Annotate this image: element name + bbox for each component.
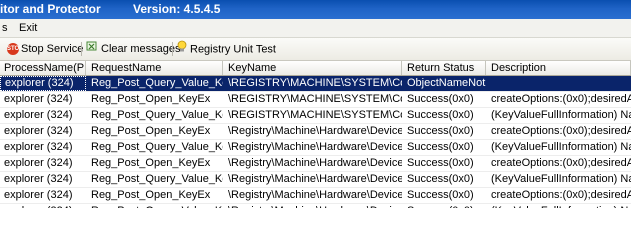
cell-processname: explorer (324) xyxy=(4,173,73,185)
cell-requestname: Reg_Post_Query_Value_Key xyxy=(87,204,223,208)
cell-description: createOptions:(0x0);desiredAccess: xyxy=(491,93,631,105)
window-title: itor and Protector xyxy=(0,2,101,16)
cell-return-status: Success(0x0) xyxy=(403,204,486,208)
grid-header: ProcessName(PI... RequestName KeyName Re… xyxy=(0,61,631,76)
cell-processname: explorer (324) xyxy=(0,76,86,91)
cell-keyname: \Registry\Machine\Hardware\DeviceM... xyxy=(228,157,402,169)
cell-keyname: \REGISTRY\MACHINE\SYSTEM\Cont... xyxy=(228,77,402,89)
column-header-keyname[interactable]: KeyName xyxy=(224,61,402,75)
cell-keyname: \REGISTRY\MACHINE\SYSTEM\Cont... xyxy=(228,109,402,121)
cell-requestname: Reg_Post_Query_Value_Key xyxy=(91,141,223,153)
clear-icon xyxy=(86,40,98,58)
cell-description xyxy=(487,76,631,91)
menu-item-exit[interactable]: Exit xyxy=(19,22,37,34)
stop-icon: STOP xyxy=(7,43,23,56)
column-header-processname[interactable]: ProcessName(PI... xyxy=(0,61,86,75)
cell-return-status: Success(0x0) xyxy=(407,173,474,185)
cell-return-status: Success(0x0) xyxy=(407,157,474,169)
column-header-return-status[interactable]: Return Status xyxy=(403,61,486,75)
table-row[interactable]: explorer (324) Reg_Post_Open_KeyEx \Regist… xyxy=(0,188,631,204)
toolbar: STOPStop Service Clear messages Registry… xyxy=(0,38,631,61)
table-row[interactable]: explorer (324) Reg_Post_Query_Value_Key \R… xyxy=(0,76,631,92)
cell-return-status: ObjectNameNot... xyxy=(407,77,486,89)
cell-requestname: Reg_Post_Query_Value_Key xyxy=(91,173,223,185)
cell-description: createOptions:(0x0);desiredAccess: xyxy=(491,189,631,201)
cell-description: (KeyValueFullInformation) Name:Ha xyxy=(491,109,631,121)
menu-item-s[interactable]: s xyxy=(2,22,8,34)
registry-unit-test-button[interactable]: Registry Unit Test xyxy=(177,40,276,58)
table-row[interactable]: explorer (324) Reg_Post_Query_Value_Key \R… xyxy=(0,108,631,124)
window-version: Version: 4.5.4.5 xyxy=(133,2,221,16)
table-row[interactable]: explorer (324) Reg_Post_Open_KeyEx \Regist… xyxy=(0,156,631,172)
cell-keyname: \REGISTRY\MACHINE\SYSTEM\Cont... xyxy=(228,93,402,105)
column-header-description[interactable]: Description xyxy=(487,61,631,75)
title-bar[interactable]: itor and Protector Version: 4.5.4.5 xyxy=(0,0,631,19)
cell-requestname: Reg_Post_Open_KeyEx xyxy=(91,189,211,201)
cell-keyname: \Registry\Machine\Hardware\DeviceM... xyxy=(224,204,402,208)
message-grid[interactable]: ProcessName(PI... RequestName KeyName Re… xyxy=(0,61,631,208)
cell-requestname: Reg_Post_Query_Value_Key xyxy=(91,77,223,89)
cell-keyname: \Registry\Machine\Hardware\DeviceM... xyxy=(228,141,402,153)
stop-service-label: Stop Service xyxy=(21,43,84,55)
cell-processname: explorer (324) xyxy=(4,93,73,105)
cell-processname: explorer (324) xyxy=(0,204,86,208)
menu-bar: s Exit xyxy=(0,19,631,38)
toolbar-separator xyxy=(172,42,173,56)
cell-requestname: Reg_Post_Open_KeyEx xyxy=(91,157,211,169)
cell-requestname: Reg_Post_Open_KeyEx xyxy=(91,93,211,105)
cell-description: (KeyValueFullInformation) Name:\D xyxy=(487,204,631,208)
cell-processname: explorer (324) xyxy=(4,189,73,201)
cell-processname: explorer (324) xyxy=(4,109,73,121)
cell-description: createOptions:(0x0);desiredAccess: xyxy=(491,125,631,137)
registry-unit-test-label: Registry Unit Test xyxy=(190,43,276,56)
cell-return-status: Success(0x0) xyxy=(407,189,474,201)
cell-return-status: Success(0x0) xyxy=(407,141,474,153)
table-row[interactable]: explorer (324)Reg_Post_Query_Value_Key\R… xyxy=(0,204,631,208)
table-row[interactable]: explorer (324) Reg_Post_Query_Value_Key \R… xyxy=(0,140,631,156)
stop-service-button[interactable]: STOPStop Service xyxy=(7,40,83,58)
cell-description: (KeyValueFullInformation) Name:\D xyxy=(491,173,631,185)
cell-keyname: \Registry\Machine\Hardware\DeviceM... xyxy=(228,189,402,201)
cell-requestname: Reg_Post_Open_KeyEx xyxy=(91,125,211,137)
cell-processname: explorer (324) xyxy=(4,141,73,153)
table-row[interactable]: explorer (324) Reg_Post_Open_KeyEx \REGIST… xyxy=(0,92,631,108)
cell-return-status: Success(0x0) xyxy=(407,93,474,105)
table-row[interactable]: explorer (324) Reg_Post_Query_Value_Key \R… xyxy=(0,172,631,188)
cell-keyname: \Registry\Machine\Hardware\DeviceM... xyxy=(228,173,402,185)
cell-processname: explorer (324) xyxy=(4,125,73,137)
column-header-requestname[interactable]: RequestName xyxy=(87,61,223,75)
lightbulb-icon xyxy=(177,40,187,59)
cell-keyname: \Registry\Machine\Hardware\DeviceM... xyxy=(228,125,402,137)
clear-messages-button[interactable]: Clear messages xyxy=(86,40,180,58)
cell-return-status: Success(0x0) xyxy=(407,109,474,121)
cell-return-status: Success(0x0) xyxy=(407,125,474,137)
cell-processname: explorer (324) xyxy=(4,157,73,169)
toolbar-separator xyxy=(81,42,82,56)
table-row[interactable]: explorer (324) Reg_Post_Open_KeyEx \Regist… xyxy=(0,124,631,140)
cell-description: (KeyValueFullInformation) Name:\D xyxy=(491,141,631,153)
clear-messages-label: Clear messages xyxy=(101,43,181,55)
cell-requestname: Reg_Post_Query_Value_Key xyxy=(91,109,223,121)
cell-description: createOptions:(0x0);desiredAccess: xyxy=(491,157,631,169)
